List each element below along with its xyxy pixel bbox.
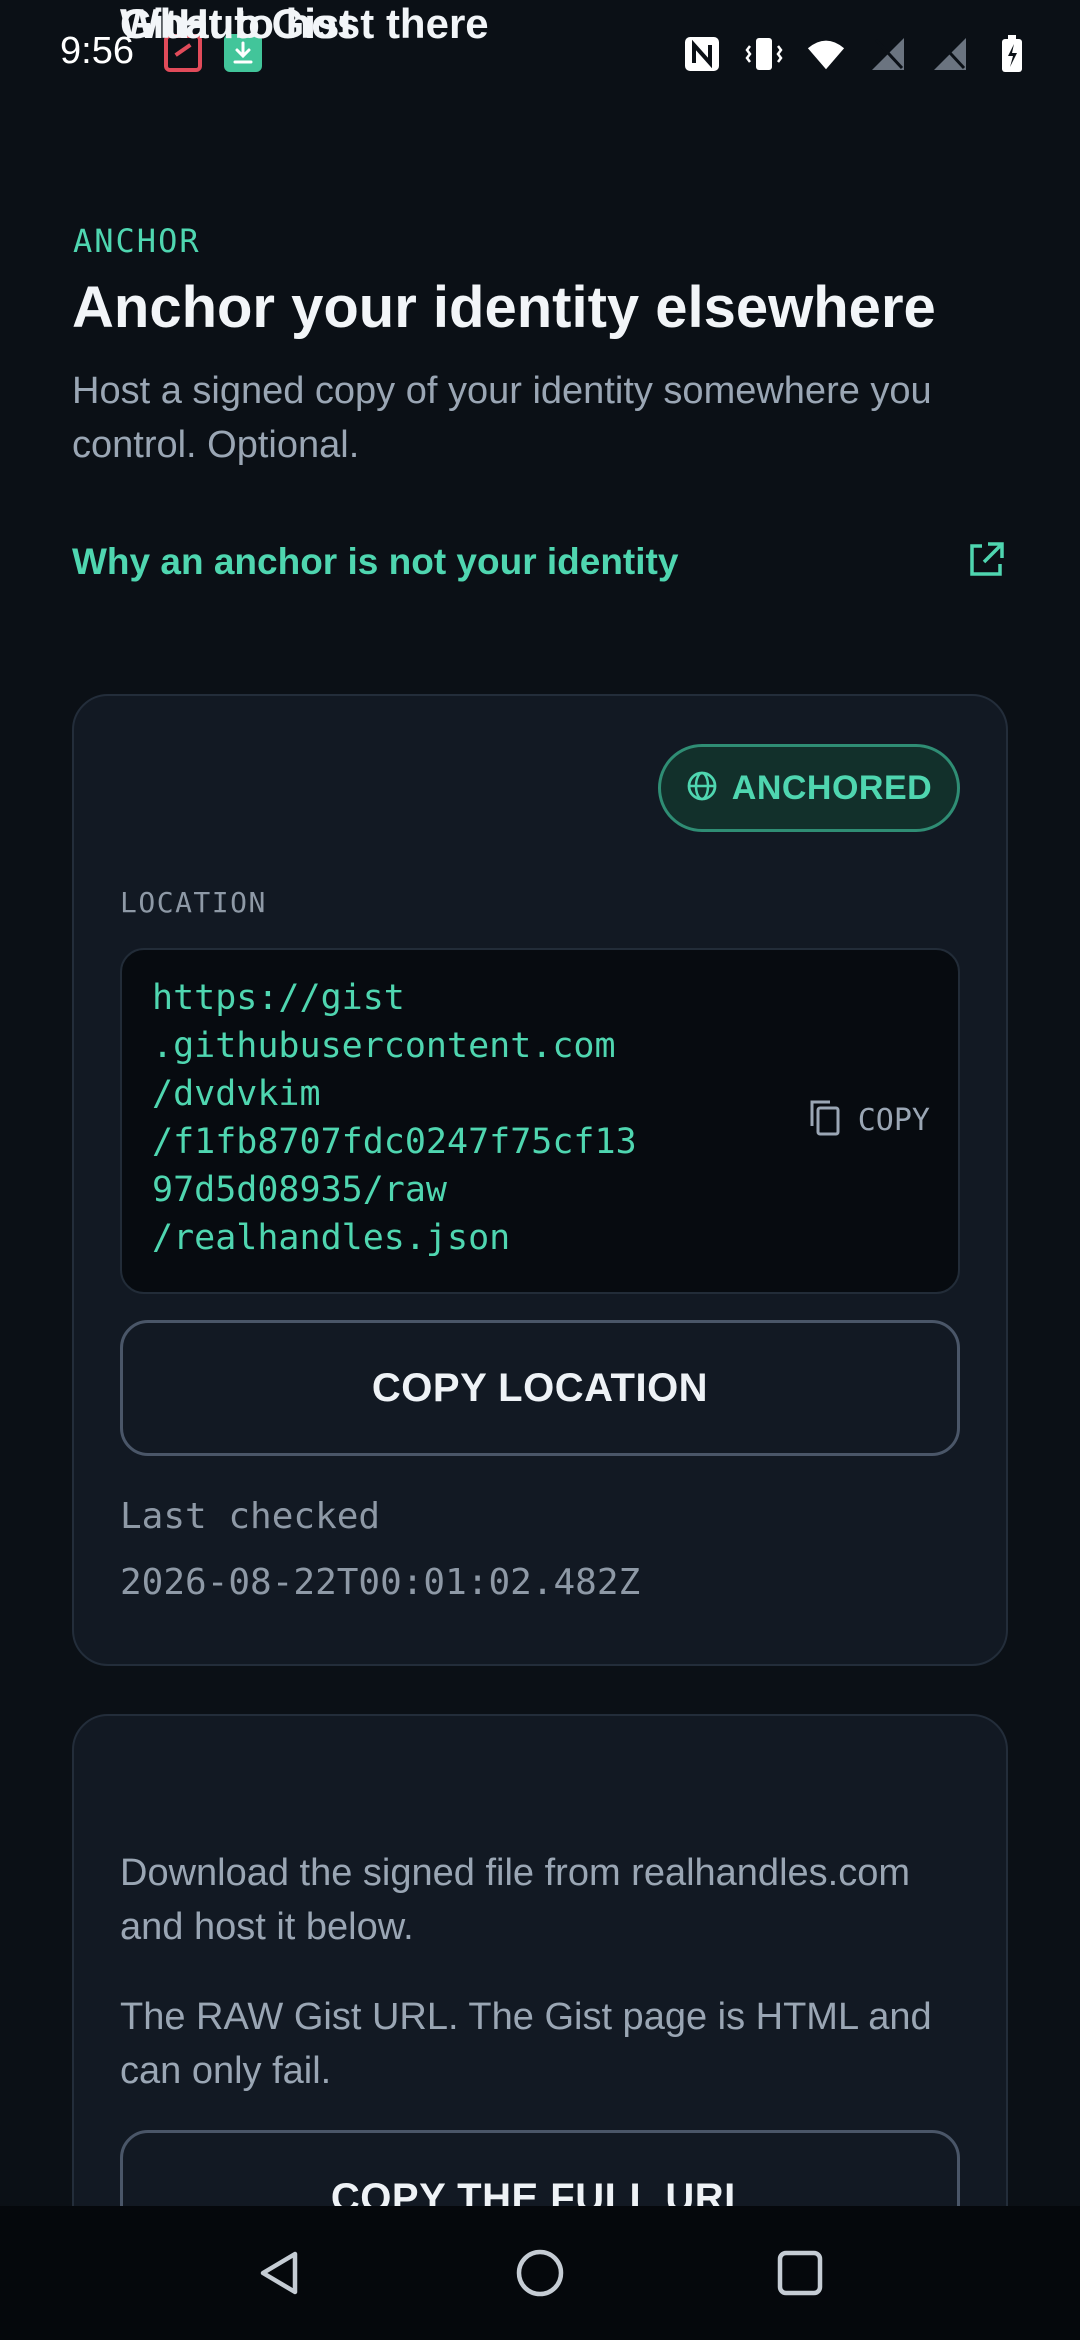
home-nav-icon[interactable] — [510, 2243, 570, 2303]
copy-inline-label: COPY — [857, 1103, 930, 1138]
host-instructions-text: Download the signed file from realhandle… — [120, 1852, 910, 1948]
globe-icon — [686, 770, 718, 807]
why-anchor-link-label: Why an anchor is not your identity — [72, 541, 679, 582]
host-card-title: What to host there — [120, 0, 489, 47]
vibrate-icon — [744, 34, 784, 74]
copy-icon — [808, 1098, 844, 1143]
screen: 9:56 ANCHOR Anchor your identity elsewhe… — [0, 0, 1080, 2340]
section-eyebrow: ANCHOR — [73, 222, 201, 260]
signal-off-icon — [930, 34, 970, 74]
last-checked-timestamp: 2026-08-22T00:01:02.482Z — [120, 1562, 641, 1603]
wifi-icon — [806, 34, 846, 74]
battery-charging-icon — [992, 34, 1032, 74]
copy-location-button[interactable]: COPY LOCATION — [120, 1320, 960, 1456]
system-icons — [682, 34, 1032, 74]
anchored-status-badge: ANCHORED — [658, 744, 960, 832]
location-url: https://gist .githubusercontent.com /dvd… — [152, 978, 637, 1258]
system-navigation-bar — [0, 2206, 1080, 2340]
external-link-icon — [964, 538, 1008, 587]
copy-url-inline-button[interactable]: COPY — [808, 1098, 930, 1143]
nfc-icon — [682, 34, 722, 74]
location-label: LOCATION — [120, 886, 267, 919]
signal-off-icon — [868, 34, 908, 74]
page-title: Anchor your identity elsewhere — [72, 275, 936, 340]
why-anchor-link[interactable]: Why an anchor is not your identity — [72, 532, 1008, 592]
recents-nav-icon[interactable] — [770, 2243, 830, 2303]
page-subtitle: Host a signed copy of your identity some… — [72, 370, 932, 466]
last-checked-label: Last checked — [120, 1496, 381, 1537]
copy-location-button-label: COPY LOCATION — [371, 1365, 709, 1410]
back-nav-icon[interactable] — [250, 2243, 310, 2303]
location-box: https://gist .githubusercontent.com /dvd… — [120, 948, 960, 1294]
raw-url-hint-text: The RAW Gist URL. The Gist page is HTML … — [120, 1996, 932, 2092]
anchored-status-label: ANCHORED — [731, 768, 933, 807]
